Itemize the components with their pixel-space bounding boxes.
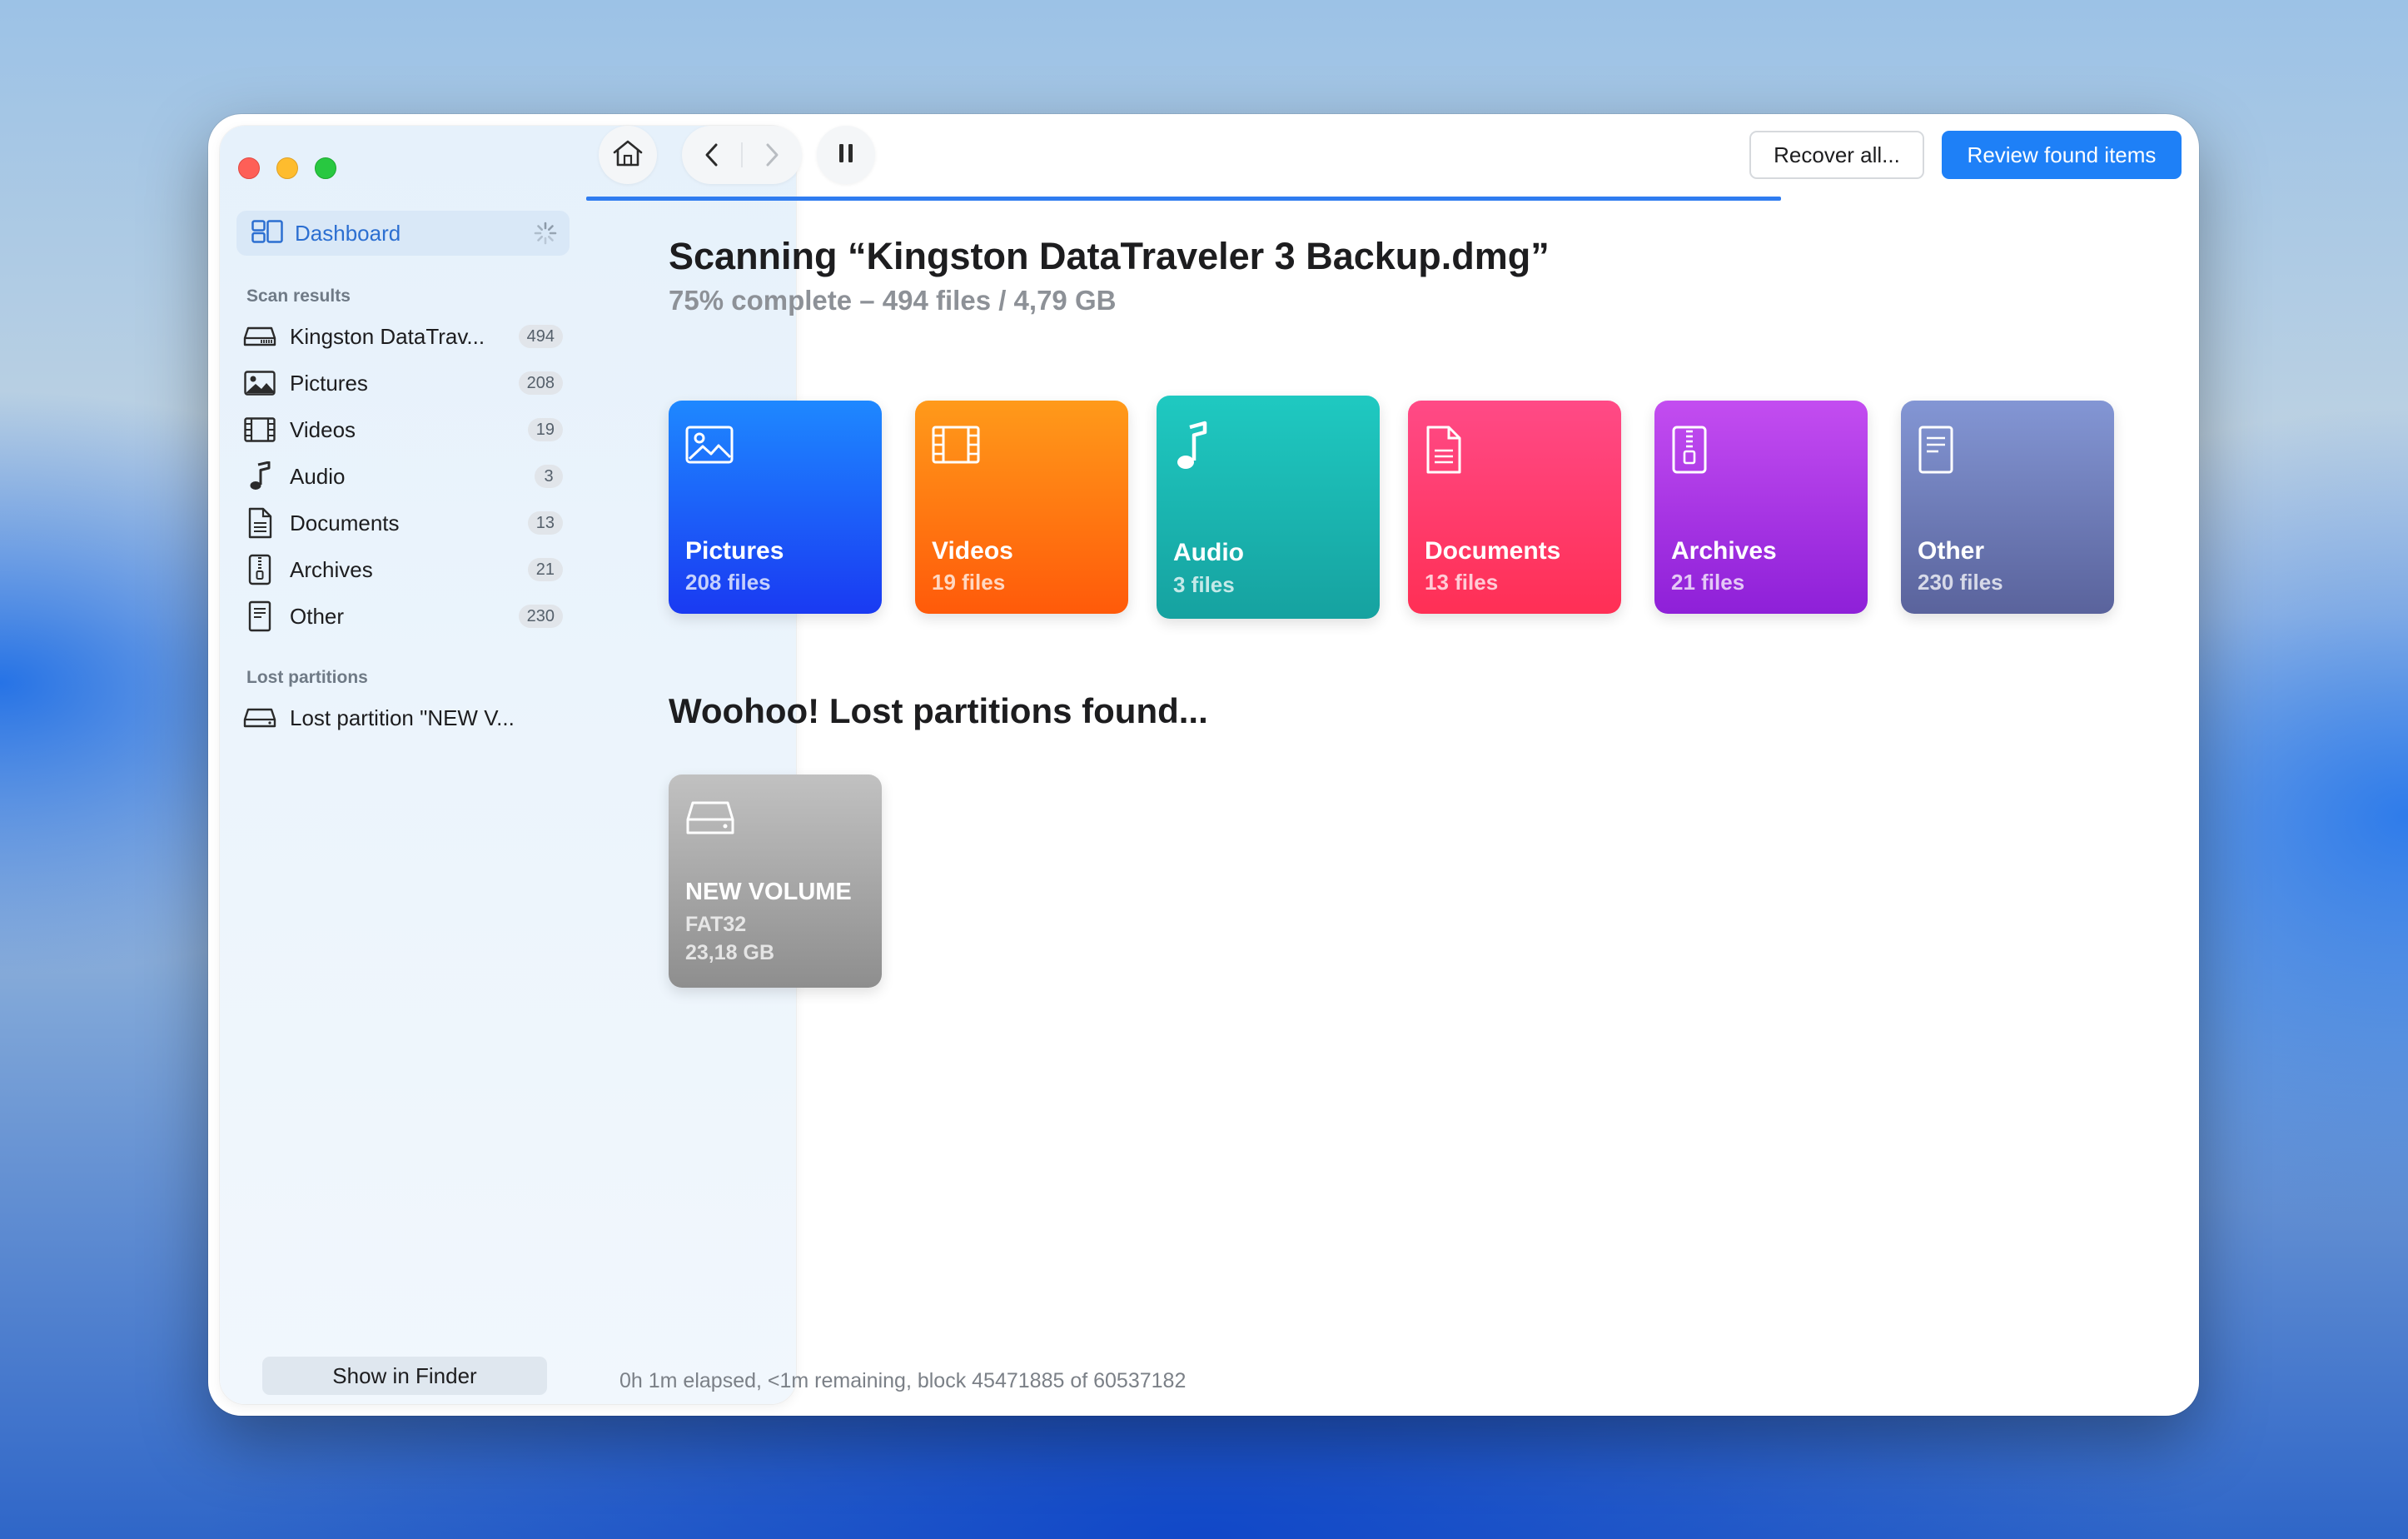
document-icon xyxy=(1425,426,1463,478)
sidebar: Dashboard Scan results Kingston DataTrav… xyxy=(220,126,796,1404)
app-window: Dashboard Scan results Kingston DataTrav… xyxy=(208,114,2199,1416)
sidebar-item-label: Documents xyxy=(290,510,400,535)
tile-count: 3 files xyxy=(1173,572,1235,597)
picture-icon xyxy=(685,426,734,468)
scan-summary: 75% complete – 494 files / 4,79 GB xyxy=(669,285,1117,316)
tile-label: Other xyxy=(1918,537,1985,565)
drive-icon xyxy=(685,799,735,840)
forward-button[interactable] xyxy=(743,142,801,167)
sidebar-item-kingston[interactable]: Kingston DataTrav... 494 xyxy=(243,316,563,357)
document-icon xyxy=(243,506,276,540)
pause-button[interactable] xyxy=(817,126,875,184)
lost-partitions-heading: Lost partitions xyxy=(246,668,368,687)
count-badge: 21 xyxy=(527,558,563,581)
drive-icon xyxy=(243,320,276,353)
sidebar-item-other[interactable]: Other 230 xyxy=(243,595,563,637)
home-button[interactable] xyxy=(599,126,657,184)
dashboard-label: Dashboard xyxy=(295,220,401,246)
back-button[interactable] xyxy=(683,142,741,167)
sidebar-item-label: Audio xyxy=(290,463,346,489)
page-title: Scanning “Kingston DataTraveler 3 Backup… xyxy=(669,235,1550,277)
archive-icon xyxy=(1671,426,1708,478)
chevron-right-icon xyxy=(766,143,779,167)
tile-count: 230 files xyxy=(1918,570,2003,595)
tile-other[interactable]: Other 230 files xyxy=(1901,401,2114,614)
count-badge: 3 xyxy=(535,465,563,488)
tile-label: Archives xyxy=(1671,537,1777,565)
other-file-icon xyxy=(243,600,276,633)
film-icon xyxy=(932,426,980,468)
tile-label: NEW VOLUME xyxy=(685,879,852,905)
tile-label: Audio xyxy=(1173,539,1244,566)
count-badge: 13 xyxy=(527,511,563,535)
count-badge: 494 xyxy=(518,325,563,348)
volume-filesystem: FAT32 xyxy=(685,913,747,936)
home-icon xyxy=(612,139,644,172)
tile-label: Pictures xyxy=(685,537,784,565)
sidebar-item-label: Videos xyxy=(290,416,356,442)
sidebar-item-dashboard[interactable]: Dashboard xyxy=(236,211,570,256)
scan-progress-fill xyxy=(586,197,1781,201)
tile-count: 19 files xyxy=(932,570,1006,595)
tile-audio[interactable]: Audio 3 files xyxy=(1157,396,1380,619)
scan-results-heading: Scan results xyxy=(246,286,351,306)
tile-count: 21 files xyxy=(1671,570,1745,595)
music-note-icon xyxy=(1173,421,1210,476)
sidebar-item-pictures[interactable]: Pictures 208 xyxy=(243,362,563,404)
tile-pictures[interactable]: Pictures 208 files xyxy=(669,401,882,614)
show-in-finder-button[interactable]: Show in Finder xyxy=(262,1357,547,1395)
count-badge: 230 xyxy=(518,605,563,628)
sidebar-item-label: Lost partition "NEW V... xyxy=(290,705,515,730)
count-badge: 19 xyxy=(527,418,563,441)
close-window-button[interactable] xyxy=(238,157,260,179)
music-note-icon xyxy=(243,460,276,493)
scan-progress-bar xyxy=(586,197,2179,201)
archive-icon xyxy=(243,553,276,586)
scan-status-text: 0h 1m elapsed, <1m remaining, block 4547… xyxy=(619,1369,1187,1392)
other-file-icon xyxy=(1918,426,1954,478)
volume-size: 23,18 GB xyxy=(685,941,775,964)
tile-count: 208 files xyxy=(685,570,771,595)
tile-new-volume[interactable]: NEW VOLUME FAT32 23,18 GB xyxy=(669,774,882,988)
sidebar-item-label: Pictures xyxy=(290,370,368,396)
count-badge: 208 xyxy=(518,371,563,395)
sidebar-item-label: Kingston DataTrav... xyxy=(290,323,485,349)
dashboard-icon xyxy=(251,219,283,247)
pause-icon xyxy=(837,142,855,168)
sidebar-item-lost-partition[interactable]: Lost partition "NEW V... xyxy=(243,697,563,739)
review-found-items-button[interactable]: Review found items xyxy=(1942,131,2182,179)
sidebar-item-archives[interactable]: Archives 21 xyxy=(243,549,563,590)
drive-icon xyxy=(243,701,276,735)
sidebar-item-videos[interactable]: Videos 19 xyxy=(243,409,563,451)
picture-icon xyxy=(243,366,276,400)
film-icon xyxy=(243,413,276,446)
tile-label: Documents xyxy=(1425,537,1561,565)
sidebar-item-documents[interactable]: Documents 13 xyxy=(243,502,563,544)
navigation-group xyxy=(682,126,802,184)
tile-videos[interactable]: Videos 19 files xyxy=(915,401,1128,614)
tile-label: Videos xyxy=(932,537,1013,565)
loading-spinner-icon xyxy=(533,221,558,250)
sidebar-item-label: Archives xyxy=(290,556,373,582)
window-controls xyxy=(238,157,336,179)
tile-count: 13 files xyxy=(1425,570,1499,595)
minimize-window-button[interactable] xyxy=(276,157,298,179)
lost-partitions-title: Woohoo! Lost partitions found... xyxy=(669,691,1208,730)
sidebar-item-audio[interactable]: Audio 3 xyxy=(243,456,563,497)
sidebar-item-label: Other xyxy=(290,603,345,629)
tile-documents[interactable]: Documents 13 files xyxy=(1408,401,1621,614)
recover-all-button[interactable]: Recover all... xyxy=(1749,131,1924,179)
zoom-window-button[interactable] xyxy=(315,157,336,179)
chevron-left-icon xyxy=(705,143,718,167)
tile-archives[interactable]: Archives 21 files xyxy=(1654,401,1868,614)
